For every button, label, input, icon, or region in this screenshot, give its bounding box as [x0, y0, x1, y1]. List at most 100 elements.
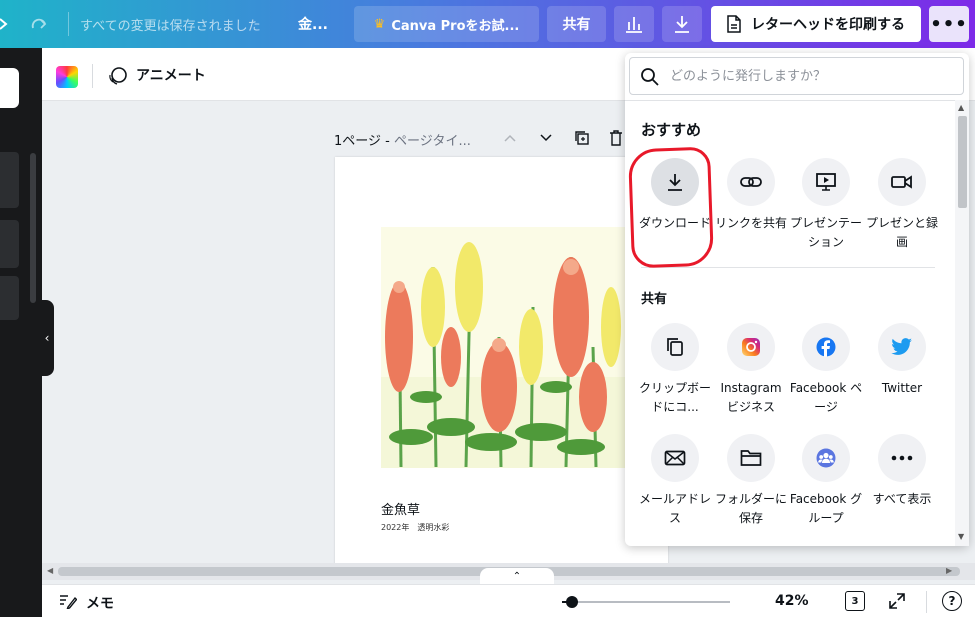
bottom-bar: メモ 42% 3 ?: [42, 584, 975, 617]
page-number-label: 1ページ -: [334, 134, 394, 149]
mail-icon: [664, 450, 686, 466]
document-title[interactable]: 金...: [298, 6, 338, 42]
chevron-down-icon[interactable]: [536, 128, 556, 148]
print-letterhead-label: レターヘッドを印刷する: [751, 17, 905, 33]
scroll-up-icon[interactable]: ▲: [958, 103, 964, 112]
top-bar: すべての変更は保存されました 金... ♛ Canva Proをお試... 共有…: [0, 0, 975, 48]
save-status: すべての変更は保存されました: [80, 18, 261, 34]
present-option[interactable]: プレゼンテーション: [788, 158, 864, 252]
insights-button[interactable]: [614, 6, 654, 42]
facebook-group-icon: [816, 448, 836, 468]
bar-chart-icon: [626, 17, 642, 33]
color-palette-icon[interactable]: [56, 66, 78, 88]
twitter-option[interactable]: Twitter: [864, 323, 940, 398]
facebook-page-option-circle: [802, 323, 850, 371]
delete-page-icon[interactable]: [606, 128, 626, 148]
twitter-icon: [891, 338, 912, 355]
share-heading: 共有: [641, 292, 668, 307]
animate-button[interactable]: アニメート: [136, 65, 206, 85]
notes-expand-handle[interactable]: ⌃: [480, 568, 554, 584]
scroll-left-icon[interactable]: ◀: [47, 566, 53, 575]
home-button[interactable]: [0, 6, 10, 42]
twitter-option-label: Twitter: [881, 381, 923, 395]
canva-pro-button[interactable]: ♛ Canva Proをお試...: [354, 6, 539, 42]
snapdragon-artwork[interactable]: [381, 227, 625, 468]
redo-icon: [31, 18, 47, 29]
divider: [68, 12, 69, 36]
share-link-option-circle: [727, 158, 775, 206]
zoom-slider-knob[interactable]: [566, 596, 578, 608]
facebook-group-option-circle: [802, 434, 850, 482]
divider: [625, 100, 969, 101]
present-option-label: プレゼンテーション: [789, 216, 862, 249]
sidebar-item[interactable]: [0, 276, 19, 320]
more-icon: [891, 455, 913, 461]
divider: [92, 64, 93, 88]
scroll-right-icon[interactable]: ▶: [946, 566, 952, 575]
help-button[interactable]: ?: [942, 591, 962, 611]
see-all-option-circle: [878, 434, 926, 482]
copy-icon: [667, 338, 683, 356]
present-option-circle: [802, 158, 850, 206]
present-icon: [816, 173, 836, 191]
document-icon: [727, 15, 741, 33]
chevron-up-icon: ⌃: [512, 570, 522, 582]
notes-icon[interactable]: [59, 593, 77, 609]
collapse-panel-button[interactable]: ‹: [40, 300, 54, 376]
print-letterhead-button[interactable]: レターヘッドを印刷する: [711, 6, 921, 42]
twitter-option-circle: [878, 323, 926, 371]
sidebar-item[interactable]: [0, 152, 19, 208]
copy-clipboard-option[interactable]: クリップボードにコ...: [637, 323, 713, 417]
fullscreen-icon[interactable]: [887, 591, 907, 611]
divider: [926, 591, 927, 613]
caption-title[interactable]: 金魚草: [381, 499, 420, 518]
recommended-heading: おすすめ: [641, 121, 702, 139]
menu-scrollbar[interactable]: ▲ ▼: [955, 100, 969, 546]
arrow-icon: [0, 18, 8, 30]
download-icon: [668, 174, 682, 191]
chevron-left-icon: ‹: [44, 331, 50, 345]
save-folder-option-circle: [727, 434, 775, 482]
scroll-down-icon[interactable]: ▼: [958, 532, 964, 541]
facebook-group-option[interactable]: Facebook グループ: [788, 434, 864, 528]
see-all-option[interactable]: すべて表示: [864, 434, 940, 509]
facebook-group-option-label: Facebook グループ: [789, 492, 863, 525]
download-option-circle: [651, 158, 699, 206]
menu-scroll-thumb[interactable]: [958, 116, 967, 208]
chevron-up-icon[interactable]: [500, 128, 520, 148]
sidebar-scrollbar[interactable]: [30, 153, 36, 303]
sidebar-item-active[interactable]: [0, 68, 19, 108]
zoom-level[interactable]: 42%: [775, 593, 809, 609]
page-title-field[interactable]: ページタイ...: [394, 134, 471, 149]
save-folder-option[interactable]: フォルダーに保存: [713, 434, 789, 528]
present-record-option[interactable]: プレゼンと録画: [864, 158, 940, 252]
present-record-option-label: プレゼンと録画: [865, 216, 938, 249]
link-icon: [740, 177, 762, 187]
caption-subtitle[interactable]: 2022年 透明水彩: [381, 522, 449, 533]
facebook-page-option[interactable]: Facebook ページ: [788, 323, 864, 417]
search-icon: [641, 68, 659, 86]
redo-button[interactable]: [26, 6, 54, 42]
share-button[interactable]: 共有: [547, 6, 606, 42]
notes-button[interactable]: メモ: [86, 593, 114, 613]
publish-search[interactable]: [629, 57, 964, 95]
email-option[interactable]: メールアドレス: [637, 434, 713, 528]
download-option-label: ダウンロード: [638, 216, 711, 230]
share-link-option[interactable]: リンクを共有: [713, 158, 789, 233]
duplicate-page-icon[interactable]: [572, 128, 592, 148]
copy-clipboard-option-label: クリップボードにコ...: [638, 381, 711, 414]
instagram-option[interactable]: Instagram ビジネス: [713, 323, 789, 417]
download-option[interactable]: ダウンロード: [637, 158, 713, 233]
share-link-option-label: リンクを共有: [714, 216, 787, 230]
record-icon: [891, 175, 912, 189]
left-sidebar: [0, 48, 42, 617]
present-record-option-circle: [878, 158, 926, 206]
sidebar-item[interactable]: [0, 220, 19, 268]
publish-search-input[interactable]: [670, 64, 950, 88]
instagram-icon: [742, 338, 760, 356]
download-button[interactable]: [662, 6, 702, 42]
more-button[interactable]: •••: [929, 6, 969, 42]
zoom-slider-track[interactable]: [562, 601, 730, 603]
page-count-button[interactable]: 3: [845, 591, 865, 611]
animate-icon[interactable]: [108, 66, 128, 86]
